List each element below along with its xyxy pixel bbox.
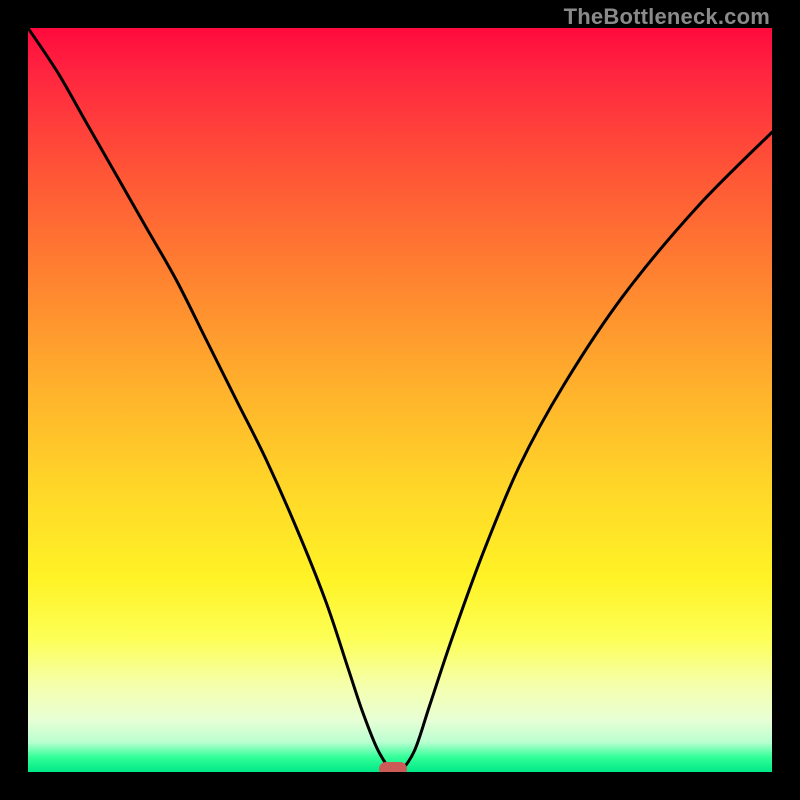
watermark-text: TheBottleneck.com [564, 4, 770, 30]
plot-area [28, 28, 772, 772]
bottleneck-curve [28, 28, 772, 772]
optimum-marker [379, 762, 407, 772]
chart-frame: TheBottleneck.com [0, 0, 800, 800]
